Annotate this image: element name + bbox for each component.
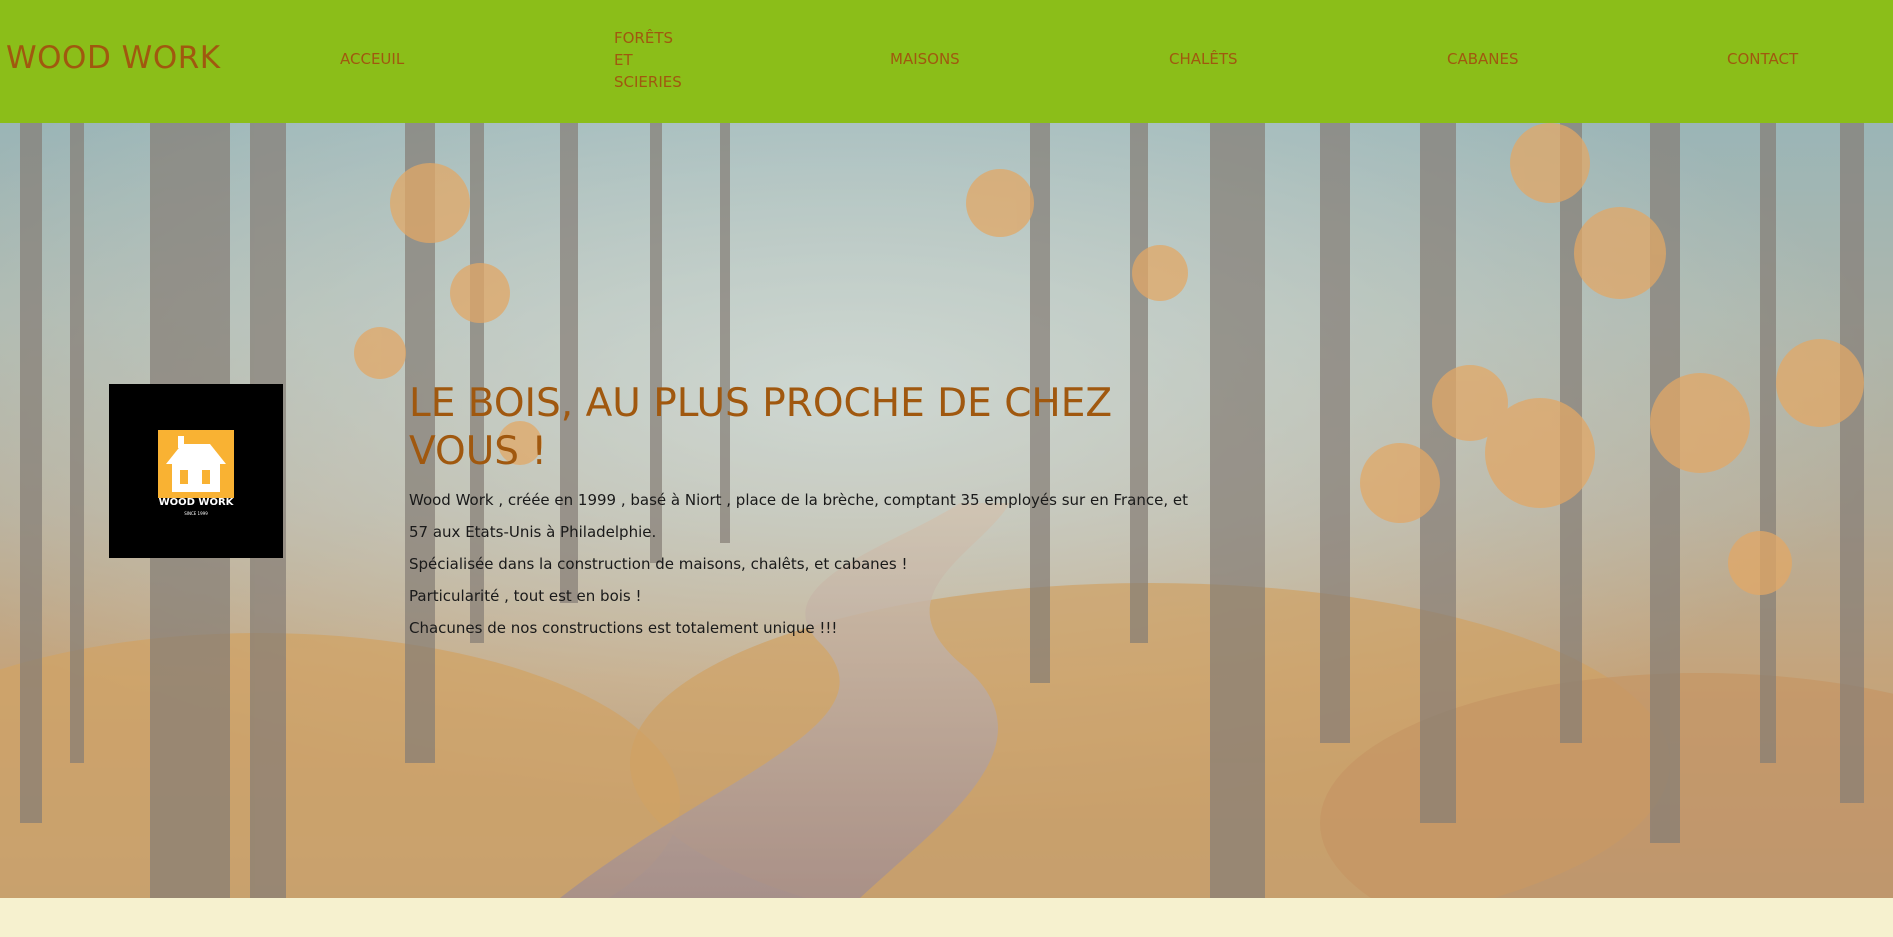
site-header: WOOD WORK ACCEUIL FORÊTS ET SCIERIES MAI… bbox=[0, 0, 1893, 123]
nav-item-label-line: SCIERIES bbox=[614, 73, 682, 91]
nav-item-contact[interactable]: CONTACT bbox=[1727, 48, 1798, 70]
company-logo: WOOD WORK SINCE 1999 bbox=[109, 384, 283, 558]
nav-item-maisons[interactable]: MAISONS bbox=[890, 48, 960, 70]
nav-item-forets-scieries[interactable]: FORÊTS ET SCIERIES bbox=[614, 27, 684, 93]
hero-headline-line: VOUS ! bbox=[409, 429, 548, 474]
hero-paragraph-particularity: Particularité , tout est en bois ! bbox=[409, 587, 642, 605]
hero-paragraph-unique: Chacunes de nos constructions est totale… bbox=[409, 619, 838, 637]
logo-since: SINCE 1999 bbox=[184, 511, 208, 516]
hero-headline: LE BOIS, AU PLUS PROCHE DE CHEZ VOUS ! bbox=[409, 380, 1169, 476]
nav-item-cabanes[interactable]: CABANES bbox=[1447, 48, 1519, 70]
hero-paragraph-specialty: Spécialisée dans la construction de mais… bbox=[409, 555, 908, 573]
logo-name: WOOD WORK bbox=[158, 497, 234, 508]
nav-item-label-line: FORÊTS bbox=[614, 29, 674, 47]
footer-strip bbox=[0, 898, 1893, 937]
nav-item-acceuil[interactable]: ACCEUIL bbox=[340, 48, 404, 70]
nav-item-label-line: ET bbox=[614, 51, 633, 69]
house-icon bbox=[158, 430, 234, 498]
site-brand[interactable]: WOOD WORK bbox=[6, 40, 221, 76]
hero-headline-line: LE BOIS, AU PLUS PROCHE DE CHEZ bbox=[409, 381, 1113, 426]
nav-item-chalets[interactable]: CHALÊTS bbox=[1169, 48, 1238, 70]
hero-paragraph-intro: Wood Work , créée en 1999 , basé à Niort… bbox=[409, 491, 1189, 541]
